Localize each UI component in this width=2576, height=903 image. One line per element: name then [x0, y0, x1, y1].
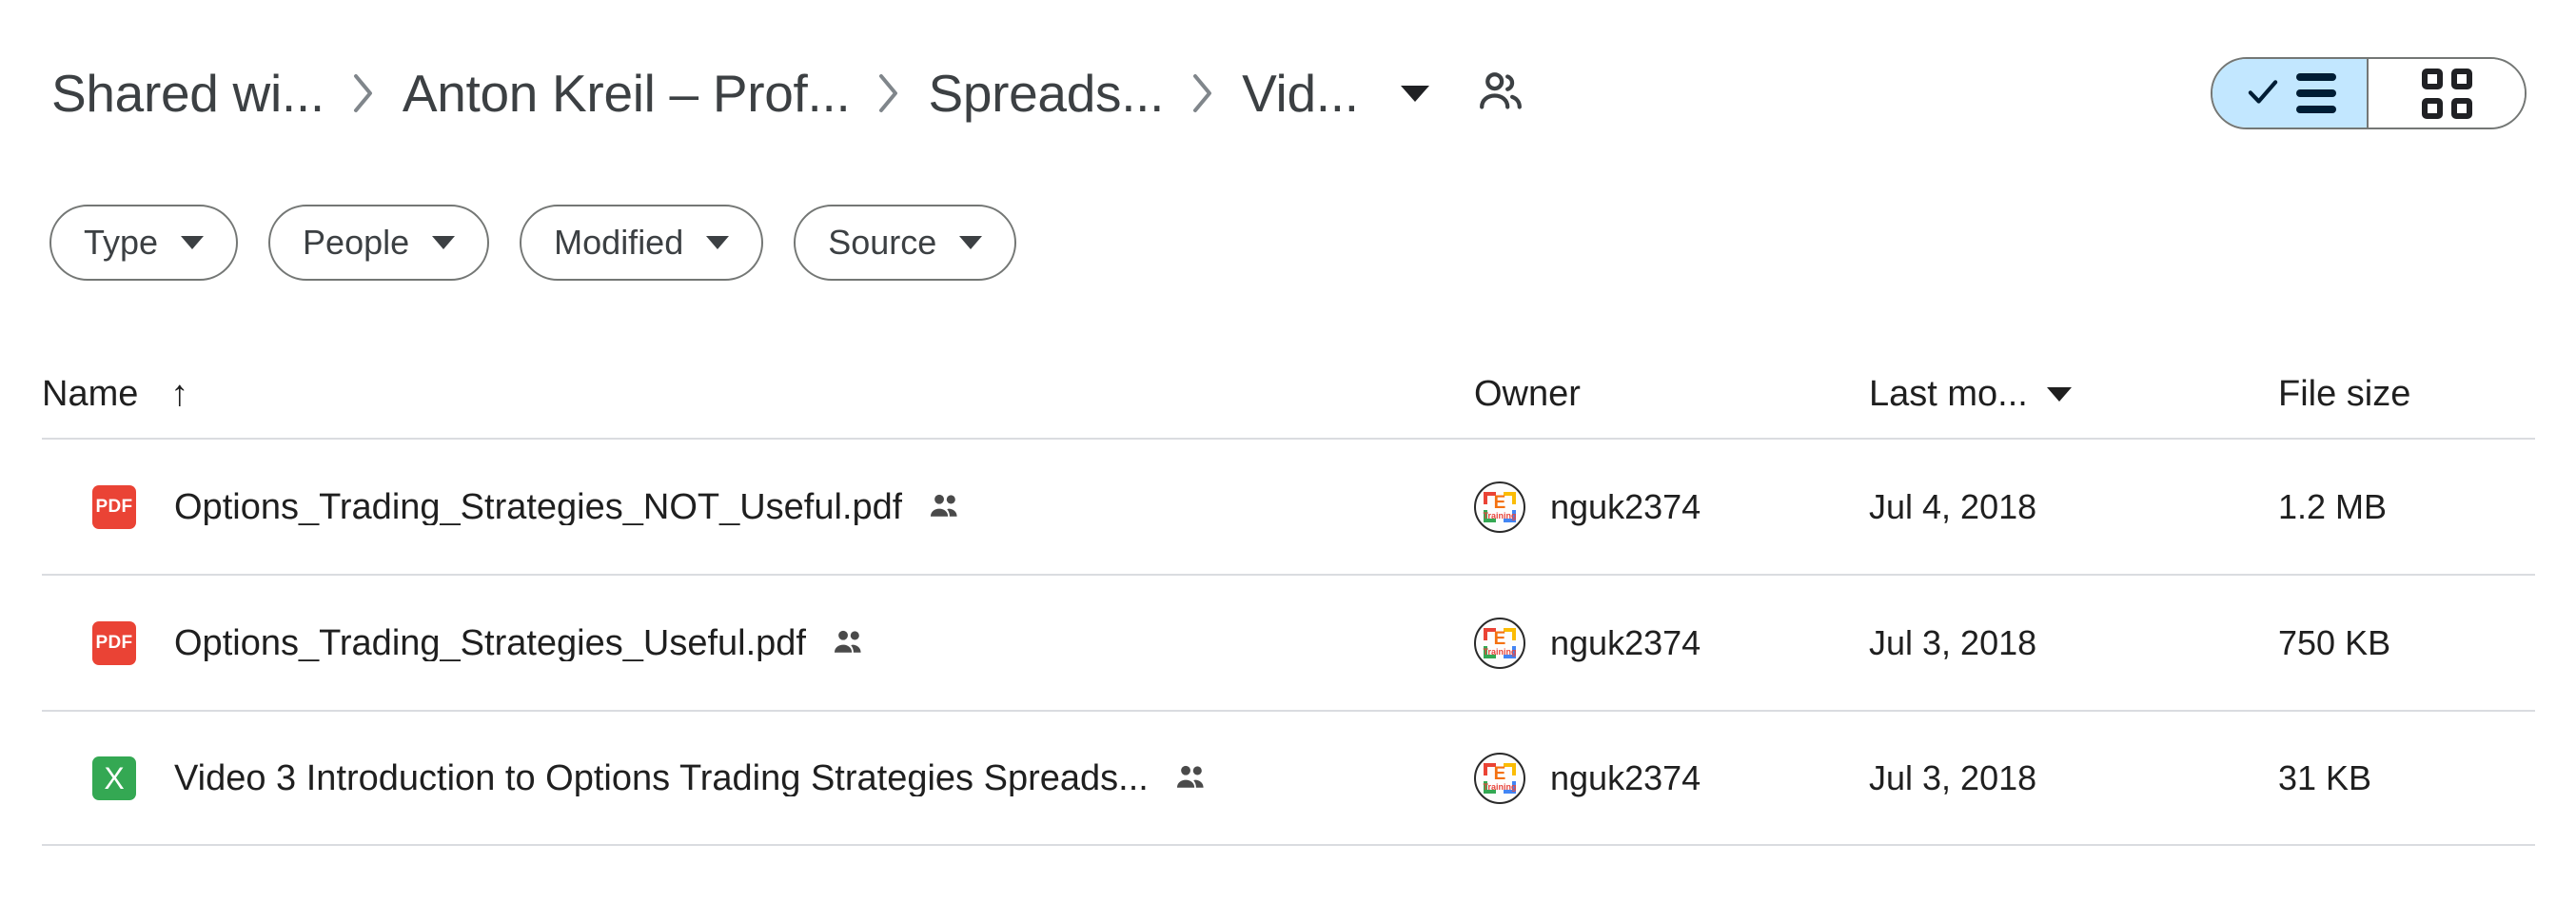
breadcrumb-item-anton-kreil[interactable]: Anton Kreil – Prof...	[401, 64, 853, 124]
file-modified-label: Jul 4, 2018	[1869, 486, 2037, 526]
avatar-subtext: Training	[1483, 646, 1517, 657]
file-size-cell: 750 KB	[2278, 622, 2535, 662]
breadcrumb-separator-icon	[876, 72, 901, 114]
shared-people-icon	[1171, 758, 1211, 798]
column-header-name[interactable]: Name ↑	[42, 376, 1474, 412]
breadcrumb: Shared wi... Anton Kreil – Prof... Sprea…	[49, 64, 1361, 124]
sort-ascending-icon[interactable]: ↑	[170, 376, 188, 412]
file-list-table: Name ↑ Owner Last mo... File size PDF Op…	[42, 350, 2535, 846]
file-owner-label: nguk2374	[1550, 757, 1701, 797]
avatar-subtext: Training	[1483, 510, 1517, 520]
file-name-cell: X Video 3 Introduction to Options Tradin…	[42, 756, 1474, 800]
table-row[interactable]: X Video 3 Introduction to Options Tradin…	[42, 710, 2535, 846]
chevron-down-icon	[1400, 85, 1429, 102]
file-owner-cell: E Training nguk2374	[1474, 481, 1869, 533]
shared-people-icon	[829, 623, 869, 663]
header-bar: Shared wi... Anton Kreil – Prof... Sprea…	[0, 0, 2576, 186]
table-row[interactable]: PDF Options_Trading_Strategies_Useful.pd…	[42, 574, 2535, 710]
chevron-down-icon	[181, 236, 205, 249]
table-row[interactable]: PDF Options_Trading_Strategies_NOT_Usefu…	[42, 438, 2535, 574]
folder-options-button[interactable]	[1386, 64, 1445, 123]
people-shared-icon	[1475, 66, 1526, 122]
file-name-cell: PDF Options_Trading_Strategies_Useful.pd…	[42, 620, 1474, 665]
pdf-file-icon: PDF	[92, 484, 136, 529]
breadcrumb-separator-icon	[351, 72, 376, 114]
shared-folder-button[interactable]	[1465, 58, 1536, 128]
breadcrumb-item-spreadsheets[interactable]: Spreads...	[926, 64, 1166, 124]
grid-view-icon	[2421, 68, 2472, 119]
drive-file-browser: Shared wi... Anton Kreil – Prof... Sprea…	[0, 0, 2576, 903]
file-modified-label: Jul 3, 2018	[1869, 622, 2037, 662]
column-header-owner[interactable]: Owner	[1474, 376, 1869, 412]
column-header-owner-label: Owner	[1474, 374, 1581, 414]
check-icon	[2243, 71, 2283, 116]
pdf-file-icon-label: PDF	[95, 633, 133, 653]
breadcrumb-item-shared-with-me[interactable]: Shared wi...	[49, 64, 326, 124]
column-header-modified[interactable]: Last mo...	[1869, 376, 2278, 412]
file-name-label: Options_Trading_Strategies_NOT_Useful.pd…	[174, 488, 903, 525]
column-header-modified-label: Last mo...	[1869, 374, 2028, 414]
column-header-name-label: Name	[42, 374, 139, 414]
file-owner-label: nguk2374	[1550, 486, 1701, 526]
file-modified-cell: Jul 3, 2018	[1869, 757, 2278, 797]
table-header-row: Name ↑ Owner Last mo... File size	[42, 350, 2535, 438]
excel-file-icon-label: X	[104, 760, 125, 795]
avatar-letter: E	[1493, 492, 1506, 513]
shared-people-icon	[925, 487, 965, 527]
avatar-letter: E	[1493, 763, 1506, 784]
filter-chip-row: Type People Modified Source	[49, 205, 1017, 281]
excel-file-icon: X	[92, 756, 136, 800]
filter-chip-people-label: People	[303, 223, 410, 262]
chevron-down-icon	[2046, 386, 2072, 402]
chevron-down-icon	[706, 236, 730, 249]
filter-chip-type[interactable]: Type	[49, 205, 239, 281]
list-view-icon	[2296, 73, 2336, 113]
pdf-file-icon: PDF	[92, 620, 136, 665]
column-header-file-size-label: File size	[2278, 374, 2411, 414]
file-owner-cell: E Training nguk2374	[1474, 752, 1869, 804]
list-view-button[interactable]	[2212, 59, 2369, 128]
avatar-letter: E	[1493, 628, 1506, 649]
avatar-subtext: Training	[1483, 781, 1517, 792]
file-owner-label: nguk2374	[1550, 622, 1701, 662]
file-size-label: 750 KB	[2278, 622, 2391, 662]
avatar: E Training	[1474, 617, 1525, 669]
file-owner-cell: E Training nguk2374	[1474, 617, 1869, 669]
avatar: E Training	[1474, 752, 1525, 804]
breadcrumb-separator-icon	[1190, 72, 1215, 114]
file-modified-cell: Jul 3, 2018	[1869, 622, 2278, 662]
filter-chip-source-label: Source	[828, 223, 937, 262]
file-size-cell: 1.2 MB	[2278, 486, 2535, 526]
filter-chip-modified[interactable]: Modified	[520, 205, 764, 281]
chevron-down-icon	[432, 236, 456, 249]
file-size-label: 1.2 MB	[2278, 486, 2388, 526]
file-name-cell: PDF Options_Trading_Strategies_NOT_Usefu…	[42, 484, 1474, 529]
view-toggle	[2211, 57, 2527, 129]
column-header-file-size[interactable]: File size	[2278, 376, 2535, 412]
file-modified-cell: Jul 4, 2018	[1869, 486, 2278, 526]
filter-chip-modified-label: Modified	[554, 223, 684, 262]
grid-view-button[interactable]	[2369, 59, 2525, 128]
filter-chip-people[interactable]: People	[268, 205, 490, 281]
avatar: E Training	[1474, 481, 1525, 533]
breadcrumb-item-video[interactable]: Vid...	[1240, 64, 1361, 124]
file-name-label: Video 3 Introduction to Options Trading …	[174, 759, 1149, 796]
file-size-label: 31 KB	[2278, 757, 2372, 797]
filter-chip-source[interactable]: Source	[794, 205, 1017, 281]
filter-chip-type-label: Type	[84, 223, 159, 262]
file-name-label: Options_Trading_Strategies_Useful.pdf	[174, 624, 806, 661]
file-size-cell: 31 KB	[2278, 757, 2535, 797]
chevron-down-icon	[959, 236, 983, 249]
file-modified-label: Jul 3, 2018	[1869, 757, 2037, 797]
pdf-file-icon-label: PDF	[95, 497, 133, 517]
